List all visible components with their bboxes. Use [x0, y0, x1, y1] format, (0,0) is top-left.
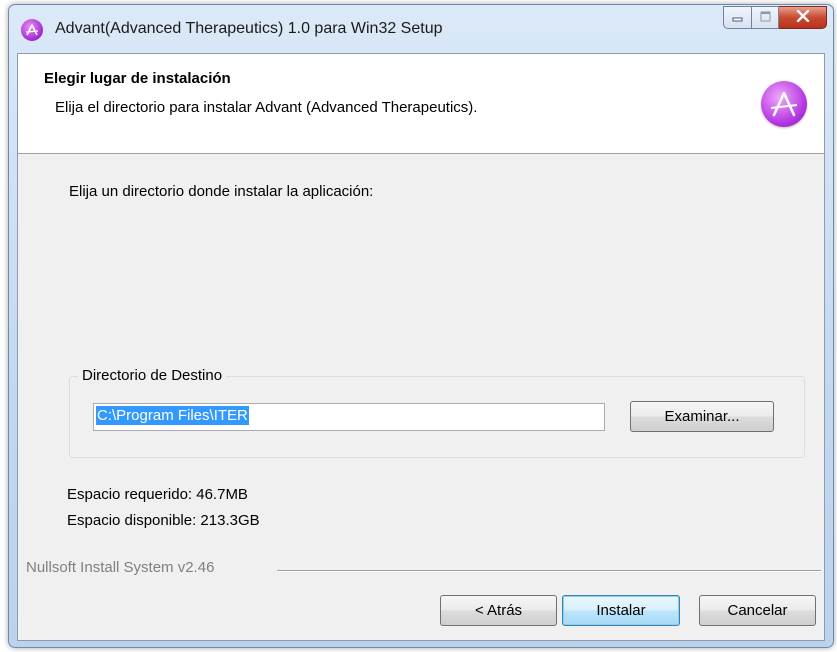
caption-buttons [723, 6, 827, 29]
advant-logo-icon [21, 19, 43, 41]
installer-client-area: Elegir lugar de instalación Elija el dir… [17, 53, 825, 641]
minimize-button[interactable] [723, 6, 752, 29]
close-button[interactable] [779, 6, 827, 29]
page-subtitle: Elija el directorio para instalar Advant… [55, 99, 478, 116]
window-title: Advant(Advanced Therapeutics) 1.0 para W… [55, 20, 443, 37]
destination-directory-group: Directorio de Destino C:\Program Files\I… [69, 367, 805, 458]
nsis-branding-text: Nullsoft Install System v2.46 [26, 559, 215, 576]
close-icon [796, 9, 810, 27]
browse-button[interactable]: Examinar... [630, 401, 774, 432]
maximize-icon [760, 9, 771, 27]
install-button[interactable]: Instalar [562, 595, 680, 626]
back-button[interactable]: < Atrás [440, 595, 557, 626]
destination-path-value: C:\Program Files\ITER [96, 406, 249, 425]
title-bar[interactable]: Advant(Advanced Therapeutics) 1.0 para W… [9, 5, 833, 53]
space-available-text: Espacio disponible: 213.3GB [67, 512, 260, 529]
page-header: Elegir lugar de instalación Elija el dir… [18, 54, 824, 154]
page-title: Elegir lugar de instalación [44, 70, 231, 87]
setup-window: Advant(Advanced Therapeutics) 1.0 para W… [8, 4, 834, 648]
directory-prompt: Elija un directorio donde instalar la ap… [69, 183, 374, 200]
footer-divider [277, 570, 821, 572]
destination-path-input[interactable]: C:\Program Files\ITER [93, 403, 605, 431]
advant-logo-icon [761, 81, 807, 127]
minimize-icon [732, 9, 743, 27]
space-required-text: Espacio requerido: 46.7MB [67, 486, 248, 503]
cancel-button[interactable]: Cancelar [699, 595, 816, 626]
maximize-button[interactable] [752, 6, 779, 29]
group-label: Directorio de Destino [78, 367, 227, 384]
